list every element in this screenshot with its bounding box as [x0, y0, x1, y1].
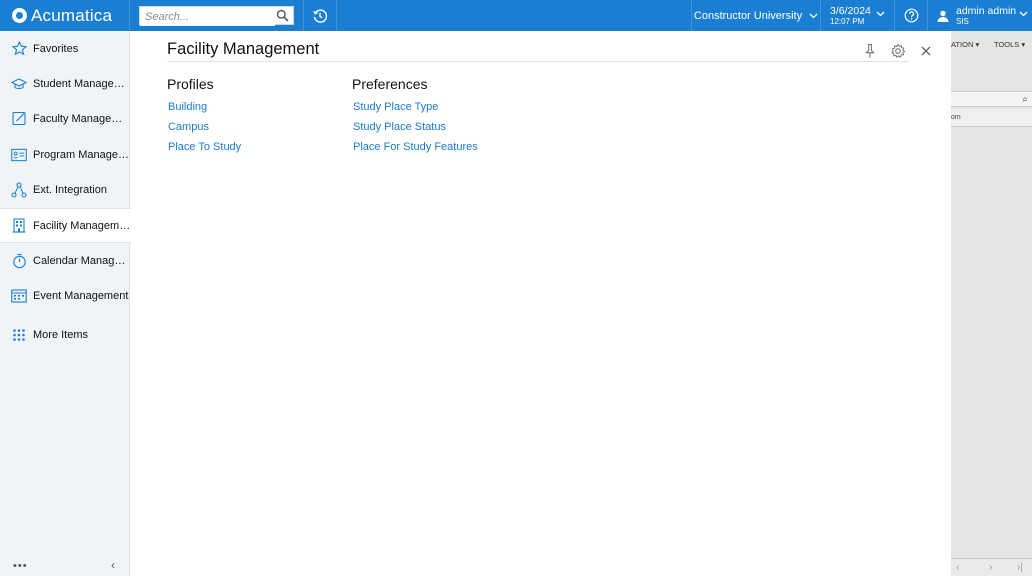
gear-icon[interactable] [890, 43, 906, 59]
network-icon [11, 181, 27, 198]
section-heading: Preferences [352, 76, 428, 92]
background-screen: ATION ▾ TOOLS ▾ ⌕ om ‹ › ›| [951, 31, 1032, 576]
user-branch: SIS [956, 16, 969, 26]
user-name: admin admin [956, 4, 1017, 17]
sidebar-item-favorites[interactable]: Favorites [0, 31, 130, 66]
link-study-place-status[interactable]: Study Place Status [352, 120, 478, 140]
background-search-bar[interactable]: ⌕ [951, 91, 1032, 107]
stopwatch-icon [11, 253, 27, 269]
id-card-icon [11, 147, 27, 163]
help-button[interactable] [895, 0, 928, 31]
user-menu[interactable]: admin admin SIS [928, 0, 1032, 31]
background-toolbar: ATION ▾ TOOLS ▾ [951, 31, 1032, 55]
sidebar-item-ext-integration[interactable]: Ext. Integration [0, 172, 130, 207]
sidebar-item-label: Program Management [33, 148, 130, 161]
profiles-section: Profiles Building Campus Place To Study [167, 76, 241, 160]
search-input[interactable] [140, 8, 275, 26]
sidebar-item-facility-management[interactable]: Facility Management [0, 208, 131, 243]
chevron-down-icon [1019, 11, 1028, 17]
sidebar-item-label: Facility Management [33, 219, 131, 232]
preferences-section: Preferences Study Place Type Study Place… [352, 76, 478, 160]
background-toolbar-menu[interactable]: ATION ▾ [951, 40, 979, 49]
workspace-panel: Facility Management Profiles Building Ca… [131, 31, 951, 576]
building-icon [11, 218, 27, 234]
sidebar: Favorites Student Management Faculty Man… [0, 31, 131, 576]
history-button[interactable] [304, 0, 337, 31]
sidebar-footer: ••• ‹ [0, 556, 130, 576]
background-tools-menu[interactable]: TOOLS ▾ [994, 40, 1025, 49]
logo[interactable]: Acumatica [0, 0, 130, 31]
page-title: Facility Management [167, 40, 320, 58]
collapse-sidebar-button[interactable]: ‹ [111, 558, 115, 572]
pager-next-icon[interactable]: › [989, 562, 992, 573]
logo-icon [12, 8, 27, 23]
sidebar-item-label: Student Management [33, 77, 130, 90]
business-date: 3/6/2024 [830, 4, 871, 17]
calendar-grid-icon [11, 288, 27, 304]
graduation-cap-icon [11, 76, 27, 92]
sidebar-item-faculty-management[interactable]: Faculty Management [0, 101, 130, 136]
close-icon[interactable] [919, 44, 933, 58]
user-icon [937, 10, 949, 22]
sidebar-item-label: Faculty Management [33, 112, 130, 125]
edit-icon [11, 111, 27, 127]
search-icon[interactable] [276, 9, 289, 22]
sidebar-item-event-management[interactable]: Event Management [0, 278, 130, 313]
background-pager: ‹ › ›| [951, 558, 1032, 576]
sidebar-item-label: Ext. Integration [33, 183, 107, 196]
pin-icon[interactable] [863, 43, 877, 59]
chevron-down-icon [809, 13, 818, 18]
company-selector[interactable]: Constructor University [691, 0, 821, 31]
sidebar-item-label: Favorites [33, 42, 79, 55]
business-time: 12:07 PM [830, 16, 865, 26]
link-place-for-study-features[interactable]: Place For Study Features [352, 140, 478, 160]
chevron-down-icon [876, 11, 885, 17]
link-campus[interactable]: Campus [167, 120, 241, 140]
sidebar-item-student-management[interactable]: Student Management [0, 66, 130, 101]
business-date-selector[interactable]: 3/6/2024 12:07 PM [821, 0, 895, 31]
sidebar-item-label: More Items [33, 328, 89, 341]
pager-previous-icon[interactable]: ‹ [956, 562, 959, 573]
section-heading: Profiles [167, 76, 214, 92]
link-study-place-type[interactable]: Study Place Type [352, 100, 478, 120]
title-divider [167, 61, 909, 62]
search-icon: ⌕ [1022, 94, 1028, 105]
search-area [130, 0, 304, 31]
history-icon [313, 8, 328, 23]
help-icon [904, 8, 918, 23]
grid-dots-icon [11, 327, 27, 343]
link-building[interactable]: Building [167, 100, 241, 120]
sidebar-item-program-management[interactable]: Program Management [0, 137, 130, 172]
background-column-header: om [951, 109, 1032, 127]
star-icon [11, 41, 27, 57]
sidebar-item-more-items[interactable]: More Items [0, 317, 130, 352]
search-box [139, 6, 294, 26]
logo-text: Acumatica [31, 5, 113, 25]
more-options-button[interactable]: ••• [13, 560, 28, 572]
company-name: Constructor University [693, 9, 803, 22]
top-bar: Acumatica Constructor University 3/6/202… [0, 0, 1032, 31]
sidebar-item-calendar-management[interactable]: Calendar Management [0, 243, 130, 278]
sidebar-item-label: Event Management [33, 289, 129, 302]
link-place-to-study[interactable]: Place To Study [167, 140, 241, 160]
sidebar-item-label: Calendar Management [33, 254, 130, 267]
pager-last-icon[interactable]: ›| [1017, 562, 1023, 573]
